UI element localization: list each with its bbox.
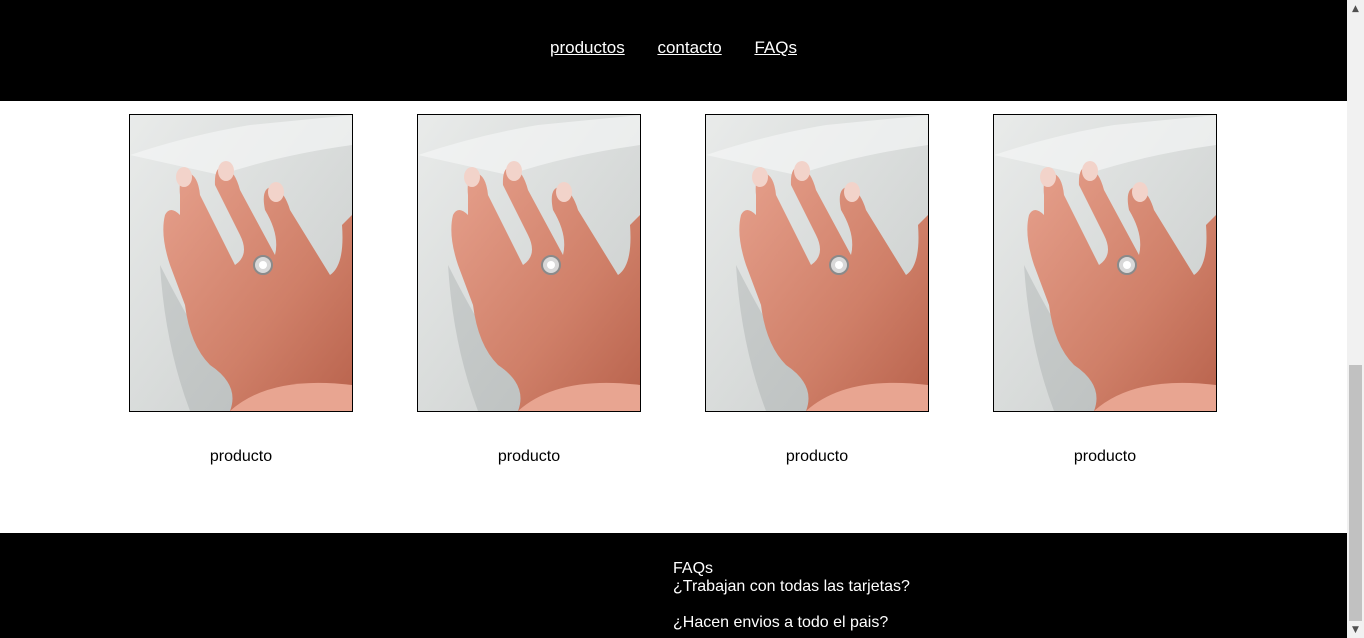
nav-links: productos contacto FAQs [0, 38, 1347, 58]
faq-question[interactable]: ¿Trabajan con todas las tarjetas? [673, 578, 910, 596]
chevron-down-icon[interactable]: ▼ [1347, 621, 1364, 638]
product-card[interactable]: producto [705, 114, 929, 465]
footer-faq: FAQs ¿Trabajan con todas las tarjetas? ¿… [673, 560, 910, 632]
product-name[interactable]: producto [417, 448, 641, 466]
top-navigation: productos contacto FAQs [0, 0, 1347, 101]
product-image[interactable] [993, 114, 1217, 412]
product-name[interactable]: producto [993, 448, 1217, 466]
product-image[interactable] [417, 114, 641, 412]
nav-link-contacto[interactable]: contacto [657, 38, 721, 57]
product-image[interactable] [129, 114, 353, 412]
vertical-scrollbar[interactable]: ▲ ▼ [1347, 0, 1364, 638]
nav-link-productos[interactable]: productos [550, 38, 625, 57]
page: productos contacto FAQs producto product… [0, 0, 1347, 638]
product-card[interactable]: producto [993, 114, 1217, 465]
footer: FAQs ¿Trabajan con todas las tarjetas? ¿… [0, 533, 1347, 638]
product-card[interactable]: producto [417, 114, 641, 465]
scrollbar-thumb[interactable] [1349, 365, 1362, 621]
product-image[interactable] [705, 114, 929, 412]
product-name[interactable]: producto [129, 448, 353, 466]
faq-title: FAQs [673, 560, 714, 577]
product-card[interactable]: producto [129, 114, 353, 465]
chevron-up-icon[interactable]: ▲ [1347, 0, 1364, 17]
product-grid: producto producto producto producto [0, 101, 1347, 533]
nav-link-faqs[interactable]: FAQs [754, 38, 797, 57]
product-name[interactable]: producto [705, 448, 929, 466]
faq-question[interactable]: ¿Hacen envios a todo el pais? [673, 614, 910, 632]
